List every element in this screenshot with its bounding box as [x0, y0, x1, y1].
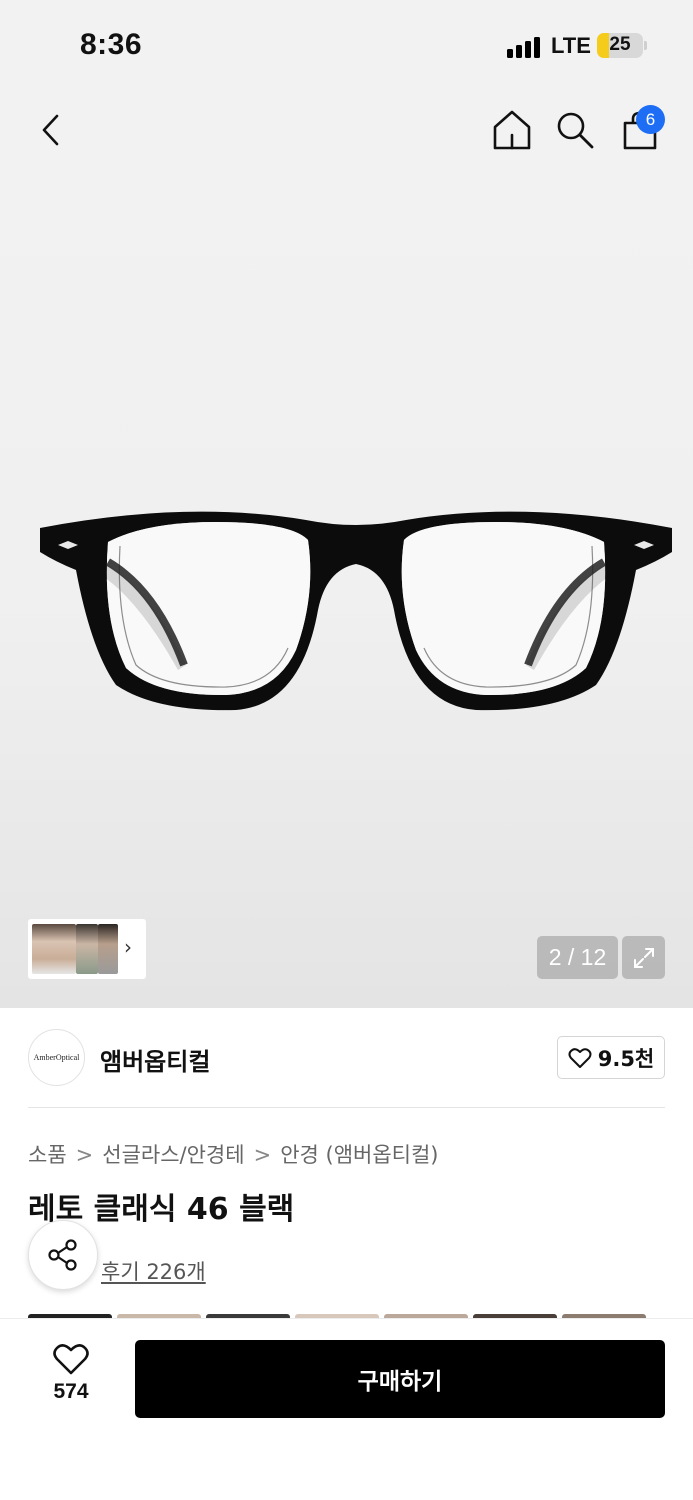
image-counter: 2 / 12	[537, 936, 618, 979]
chevron-right-icon: ›	[124, 935, 132, 959]
share-icon	[48, 1239, 77, 1271]
breadcrumb-item[interactable]: 선글라스/안경테	[102, 1143, 244, 1167]
wishlist-count: 574	[53, 1380, 89, 1403]
breadcrumb-separator: >	[75, 1143, 94, 1167]
review-link[interactable]: 후기 226개	[101, 1256, 206, 1286]
expand-button[interactable]	[622, 936, 665, 979]
breadcrumb-item[interactable]: 소품	[28, 1143, 67, 1167]
network-type: LTE	[551, 33, 591, 58]
breadcrumb-item[interactable]: 안경 (앰버옵티컬)	[280, 1143, 438, 1167]
battery-percent: 25	[609, 34, 631, 55]
home-button[interactable]	[488, 106, 536, 154]
thumbnail-image	[98, 924, 118, 974]
home-icon	[493, 110, 531, 150]
expand-icon	[633, 947, 654, 968]
back-button[interactable]	[26, 106, 74, 154]
battery-icon: 25	[597, 33, 643, 58]
share-button[interactable]	[28, 1220, 98, 1290]
thumbnail-image	[32, 924, 76, 974]
wishlist-button[interactable]: 574	[40, 1342, 102, 1412]
chevron-left-icon	[42, 114, 59, 146]
divider	[28, 1107, 665, 1108]
product-image	[40, 511, 672, 711]
status-time: 8:36	[80, 28, 143, 61]
brand-logo[interactable]: AmberOptical	[28, 1029, 85, 1086]
signal-icon	[507, 36, 543, 58]
heart-outline-icon	[568, 1047, 592, 1068]
search-button[interactable]	[551, 106, 599, 154]
cart-count-badge: 6	[636, 105, 665, 134]
brand-name[interactable]: 앰버옵티컬	[100, 1042, 210, 1077]
model-photos-thumbnail[interactable]: ›	[28, 919, 146, 979]
search-icon	[557, 112, 594, 149]
brand-like-button[interactable]: 9.5천	[557, 1036, 665, 1079]
heart-outline-icon	[53, 1344, 89, 1375]
status-bar: 8:36 LTE 25	[0, 0, 693, 90]
breadcrumb-separator: >	[253, 1143, 272, 1167]
breadcrumb: 소품 > 선글라스/안경테 > 안경 (앰버옵티컬)	[28, 1139, 439, 1169]
brand-like-count: 9.5천	[597, 1046, 655, 1071]
thumbnail-image	[76, 924, 98, 974]
buy-button[interactable]: 구매하기	[135, 1340, 665, 1418]
